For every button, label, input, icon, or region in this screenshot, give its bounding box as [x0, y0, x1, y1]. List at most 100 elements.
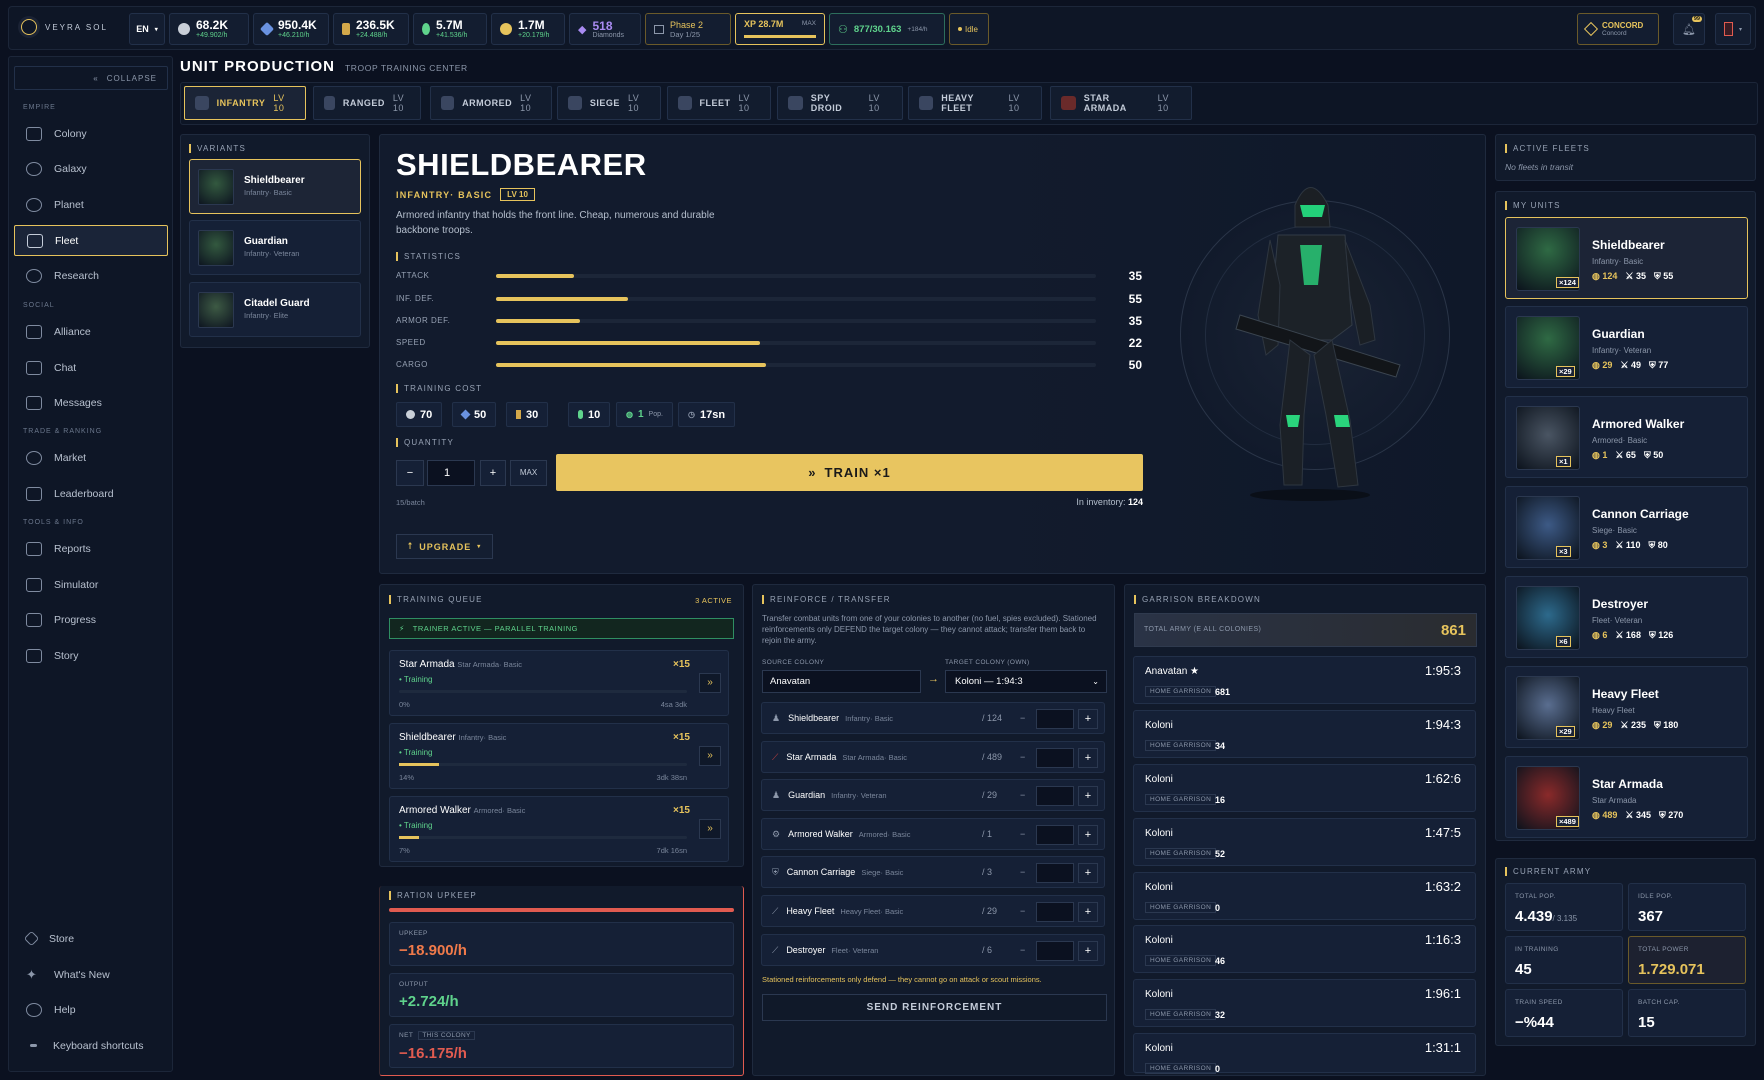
language-select[interactable]: EN ▾ — [129, 13, 165, 45]
sidebar-item-keyboard-shortcuts[interactable]: Keyboard shortcuts — [14, 1030, 168, 1061]
sidebar-item-leaderboard[interactable]: Leaderboard — [14, 478, 168, 509]
garrison-row[interactable]: Koloni 1:16:3 HOME GARRISON 46 — [1133, 925, 1476, 973]
quantity-max-button[interactable]: MAX — [510, 460, 547, 486]
tab-spy-droid[interactable]: SPY DROID LV 10 — [777, 86, 903, 120]
population-indicator[interactable]: ⚇ 877/30.163 +184/h — [829, 13, 945, 45]
tab-infantry[interactable]: INFANTRY LV 10 — [184, 86, 306, 120]
sidebar-item-store[interactable]: Store — [14, 923, 168, 954]
sidebar-item-help[interactable]: Help — [14, 994, 168, 1025]
garrison-row[interactable]: Anavatan ★ 1:95:3 HOME GARRISON 681 — [1133, 656, 1476, 704]
decrement-button[interactable]: − — [1020, 829, 1025, 839]
army-total-power: TOTAL POWER 1.729.071 — [1628, 936, 1746, 984]
collapse-button[interactable]: «COLLAPSE — [14, 66, 168, 90]
increment-button[interactable]: + — [1078, 786, 1098, 806]
variant-guardian[interactable]: Guardian Infantry· Veteran — [189, 220, 361, 275]
tab-fleet[interactable]: FLEET LV 10 — [667, 86, 771, 120]
garrison-row[interactable]: Koloni 1:31:1 HOME GARRISON 0 — [1133, 1033, 1476, 1074]
sidebar-item-progress[interactable]: Progress — [14, 604, 168, 635]
my-unit-shieldbearer[interactable]: ×124 Shieldbearer Infantry· Basic ◍ 124 ⚔ … — [1505, 217, 1748, 299]
decrement-button[interactable]: − — [1020, 867, 1025, 877]
reinforce-quantity-input[interactable] — [1036, 709, 1074, 729]
reinforce-quantity-input[interactable] — [1036, 902, 1074, 922]
quantity-decrement-button[interactable]: − — [396, 460, 424, 486]
upgrade-button[interactable]: ⭡ UPGRADE ▾ — [396, 534, 494, 559]
my-unit-star-armada[interactable]: ×489 Star Armada Star Armada ◍ 489 ⚔ 345 ⛨ … — [1505, 756, 1748, 838]
sidebar-item-messages[interactable]: Messages — [14, 387, 168, 418]
decrement-button[interactable]: − — [1020, 945, 1025, 955]
sidebar-item-chat[interactable]: Chat — [14, 352, 168, 383]
stat-value-inf-def: 55 — [1128, 292, 1142, 306]
resource-gold[interactable]: 1.7M +20.179/h — [491, 13, 565, 45]
decrement-button[interactable]: − — [1020, 752, 1025, 762]
resource-energy[interactable]: 5.7M +41.536/h — [413, 13, 487, 45]
increment-button[interactable]: + — [1078, 748, 1098, 768]
spy-droid-icon — [788, 96, 803, 110]
cost-ration: 30 — [506, 402, 549, 427]
sidebar-item-alliance[interactable]: Alliance — [14, 316, 168, 347]
tab-heavy-fleet[interactable]: HEAVY FLEET LV 10 — [908, 86, 1042, 120]
increment-button[interactable]: + — [1078, 941, 1098, 961]
speedup-button[interactable]: » — [699, 746, 721, 766]
tab-ranged[interactable]: RANGED LV 10 — [313, 86, 421, 120]
resource-metal[interactable]: 68.2K +49.902/h — [169, 13, 249, 45]
reinforce-quantity-input[interactable] — [1036, 786, 1074, 806]
decrement-button[interactable]: − — [1020, 790, 1025, 800]
quantity-input[interactable]: 1 — [427, 460, 475, 486]
variant-citadel-guard[interactable]: Citadel Guard Infantry· Elite — [189, 282, 361, 337]
garrison-row[interactable]: Koloni 1:96:1 HOME GARRISON 32 — [1133, 979, 1476, 1027]
reinforce-quantity-input[interactable] — [1036, 748, 1074, 768]
train-button[interactable]: » TRAIN ×1 — [556, 454, 1143, 491]
reinforce-quantity-input[interactable] — [1036, 941, 1074, 961]
increment-button[interactable]: + — [1078, 709, 1098, 729]
garrison-row[interactable]: Koloni 1:47:5 HOME GARRISON 52 — [1133, 818, 1476, 866]
speedup-button[interactable]: » — [699, 673, 721, 693]
sidebar-item-whats-new[interactable]: ✦ What's New — [14, 959, 168, 990]
resource-crystal[interactable]: 950.4K +46.210/h — [253, 13, 329, 45]
sidebar-item-simulator[interactable]: Simulator — [14, 569, 168, 600]
no-fleets-message: No fleets in transit — [1505, 162, 1574, 172]
sidebar-item-story[interactable]: Story — [14, 640, 168, 671]
target-colony-select[interactable]: Koloni — 1:94:3 ⌄ — [945, 670, 1107, 693]
increment-button[interactable]: + — [1078, 863, 1098, 883]
increment-button[interactable]: + — [1078, 902, 1098, 922]
variant-shieldbearer[interactable]: Shieldbearer Infantry· Basic — [189, 159, 361, 214]
tab-star-armada[interactable]: STAR ARMADA LV 10 — [1050, 86, 1192, 120]
arrow-up-icon: ⭡ — [408, 541, 414, 551]
sidebar-item-reports[interactable]: Reports — [14, 533, 168, 564]
source-colony-select[interactable]: Anavatan — [762, 670, 921, 693]
send-reinforcement-button[interactable]: SEND REINFORCEMENT — [762, 994, 1107, 1021]
phase-indicator[interactable]: Phase 2 Day 1/25 — [645, 13, 731, 45]
reinforce-quantity-input[interactable] — [1036, 863, 1074, 883]
tab-armored[interactable]: ARMORED LV 10 — [430, 86, 552, 120]
ration-icon — [342, 23, 350, 35]
sidebar-item-colony[interactable]: Colony — [14, 118, 168, 149]
decrement-button[interactable]: − — [1020, 906, 1025, 916]
garrison-row[interactable]: Koloni 1:63:2 HOME GARRISON 0 — [1133, 872, 1476, 920]
my-unit-cannon-carriage[interactable]: ×3 Cannon Carriage Siege· Basic ◍ 3 ⚔ 110 ⛨… — [1505, 486, 1748, 568]
tab-siege[interactable]: SIEGE LV 10 — [557, 86, 661, 120]
diamonds[interactable]: ◆ 518 Diamonds — [569, 13, 641, 45]
concord-button[interactable]: CONCORD Concord — [1577, 13, 1659, 45]
quantity-increment-button[interactable]: + — [480, 460, 506, 486]
my-unit-guardian[interactable]: ×29 Guardian Infantry· Veteran ◍ 29 ⚔ 49 ⛨ … — [1505, 306, 1748, 388]
decrement-button[interactable]: − — [1020, 713, 1025, 723]
sidebar-item-market[interactable]: Market — [14, 442, 168, 473]
xp-progress[interactable]: XP 28.7M MAX — [735, 13, 825, 45]
speedup-button[interactable]: » — [699, 819, 721, 839]
idle-status[interactable]: Idle — [949, 13, 989, 45]
reinforce-quantity-input[interactable] — [1036, 825, 1074, 845]
notifications-button[interactable]: 🔔︎ 99 — [1673, 13, 1705, 45]
garrison-row[interactable]: Koloni 1:62:6 HOME GARRISON 16 — [1133, 764, 1476, 812]
sidebar-item-galaxy[interactable]: Galaxy — [14, 153, 168, 184]
my-unit-heavy-fleet[interactable]: ×29 Heavy Fleet Heavy Fleet ◍ 29 ⚔ 235 ⛨ 18… — [1505, 666, 1748, 748]
sidebar-item-planet[interactable]: Planet — [14, 189, 168, 220]
sidebar-item-fleet[interactable]: Fleet — [14, 225, 168, 256]
my-unit-armored-walker[interactable]: ×1 Armored Walker Armored· Basic ◍ 1 ⚔ 65 ⛨… — [1505, 396, 1748, 478]
resource-ration[interactable]: 236.5K +24.488/h — [333, 13, 409, 45]
sidebar-item-research[interactable]: Research — [14, 260, 168, 291]
garrison-row[interactable]: Koloni 1:94:3 HOME GARRISON 34 — [1133, 710, 1476, 758]
brand-logo[interactable]: VEYRA SOL — [21, 19, 108, 35]
my-unit-destroyer[interactable]: ×6 Destroyer Fleet· Veteran ◍ 6 ⚔ 168 ⛨ 126 — [1505, 576, 1748, 658]
increment-button[interactable]: + — [1078, 825, 1098, 845]
profile-button[interactable]: ▾ — [1715, 13, 1751, 45]
